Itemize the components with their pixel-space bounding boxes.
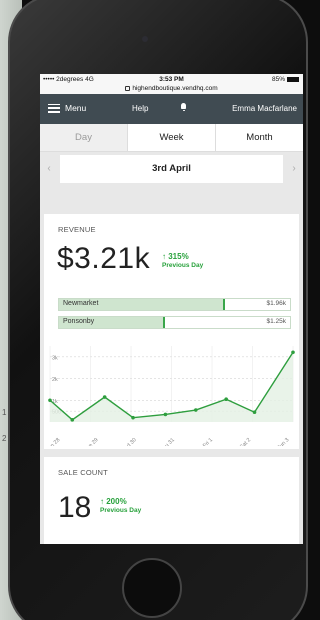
x-tick-label: Sat 2: [239, 437, 252, 446]
revenue-point: [224, 397, 228, 401]
x-tick-label: Mon 28: [44, 437, 61, 446]
revenue-point: [252, 410, 257, 415]
background-text: 2: [2, 434, 7, 443]
revenue-change-label: Previous Day: [162, 262, 204, 269]
previous-date-chevron-icon[interactable]: ‹: [42, 155, 56, 183]
lock-icon: [125, 86, 131, 91]
background-text: 1: [2, 408, 7, 417]
outlet-name: Newmarket: [63, 300, 99, 307]
notification-bell-icon[interactable]: [180, 103, 187, 111]
revenue-point: [102, 395, 107, 399]
revenue-point: [48, 398, 52, 403]
battery-percent: 85%: [271, 76, 285, 83]
sale-count-title: SALE COUNT: [58, 468, 108, 477]
battery-icon: [287, 77, 299, 82]
tab-month[interactable]: Month: [215, 124, 303, 151]
tab-week[interactable]: Week: [127, 124, 215, 151]
clock: 3:53 PM: [159, 76, 184, 83]
y-tick-label: 2k: [52, 377, 58, 383]
url-text: highendboutique.vendhq.com: [132, 85, 218, 92]
x-tick-label: Wed 30: [120, 437, 138, 446]
revenue-title: REVENUE: [58, 225, 96, 234]
outlet-amount: $1.96k: [266, 300, 286, 307]
menu-label: Menu: [65, 103, 87, 113]
battery-indicator: 85%: [272, 76, 299, 83]
outlet-name: Ponsonby: [63, 318, 95, 325]
next-date-chevron-icon[interactable]: ›: [287, 155, 301, 183]
user-menu[interactable]: Emma Macfarlane: [232, 104, 297, 113]
hamburger-icon: [48, 103, 60, 113]
revenue-change-percent: ↑ 315%: [162, 252, 189, 261]
menu-button[interactable]: Menu: [48, 103, 86, 113]
revenue-point: [163, 412, 168, 417]
x-tick-label: Sun 3: [276, 437, 290, 446]
top-navigation: Menu Help Emma Macfarlane: [40, 94, 303, 124]
sale-count-card: SALE COUNT 18 ↑ 200% Previous Day: [44, 457, 299, 544]
revenue-value: $3.21k: [57, 242, 151, 275]
help-link[interactable]: Help: [132, 104, 148, 113]
outlet-amount: $1.25k: [266, 318, 286, 325]
revenue-point: [70, 418, 75, 422]
x-tick-label: Fri 1: [202, 437, 214, 446]
sale-count-change-label: Previous Day: [100, 507, 142, 514]
current-date: 3rd April: [60, 155, 283, 183]
revenue-change: ↑ 315% Previous Day: [162, 252, 203, 270]
outlet-row-newmarket[interactable]: Newmarket $1.96k: [58, 298, 291, 311]
outlet-row-ponsonby[interactable]: Ponsonby $1.25k: [58, 316, 291, 329]
url-bar[interactable]: highendboutique.vendhq.com: [40, 85, 303, 92]
revenue-point: [194, 408, 198, 412]
status-bar: ••••• 2degrees 4G 3:53 PM 85% highendbou…: [40, 74, 303, 94]
sale-count-value: 18: [58, 491, 92, 524]
tab-day[interactable]: Day: [40, 124, 127, 151]
sale-count-change-percent: ↑ 200%: [100, 497, 127, 506]
x-tick-label: Tue 29: [83, 437, 99, 446]
screen: ••••• 2degrees 4G 3:53 PM 85% highendbou…: [40, 74, 303, 544]
date-navigator: ‹ 3rd April ›: [40, 155, 303, 183]
period-tabs: Day Week Month: [40, 124, 303, 152]
revenue-point: [291, 350, 295, 355]
revenue-line-chart[interactable]: 3k2k1k500Mon 28Tue 29Wed 30Thu 31Fri 1Sa…: [44, 340, 299, 446]
phone-frame: ••••• 2degrees 4G 3:53 PM 85% highendbou…: [8, 0, 308, 620]
x-tick-label: Thu 31: [160, 437, 176, 446]
home-button[interactable]: [122, 558, 182, 618]
revenue-card: REVENUE $3.21k ↑ 315% Previous Day Newma…: [44, 214, 299, 449]
y-tick-label: 3k: [52, 355, 58, 361]
front-camera: [142, 36, 148, 42]
sale-count-change: ↑ 200% Previous Day: [100, 497, 141, 515]
revenue-point: [131, 415, 135, 420]
